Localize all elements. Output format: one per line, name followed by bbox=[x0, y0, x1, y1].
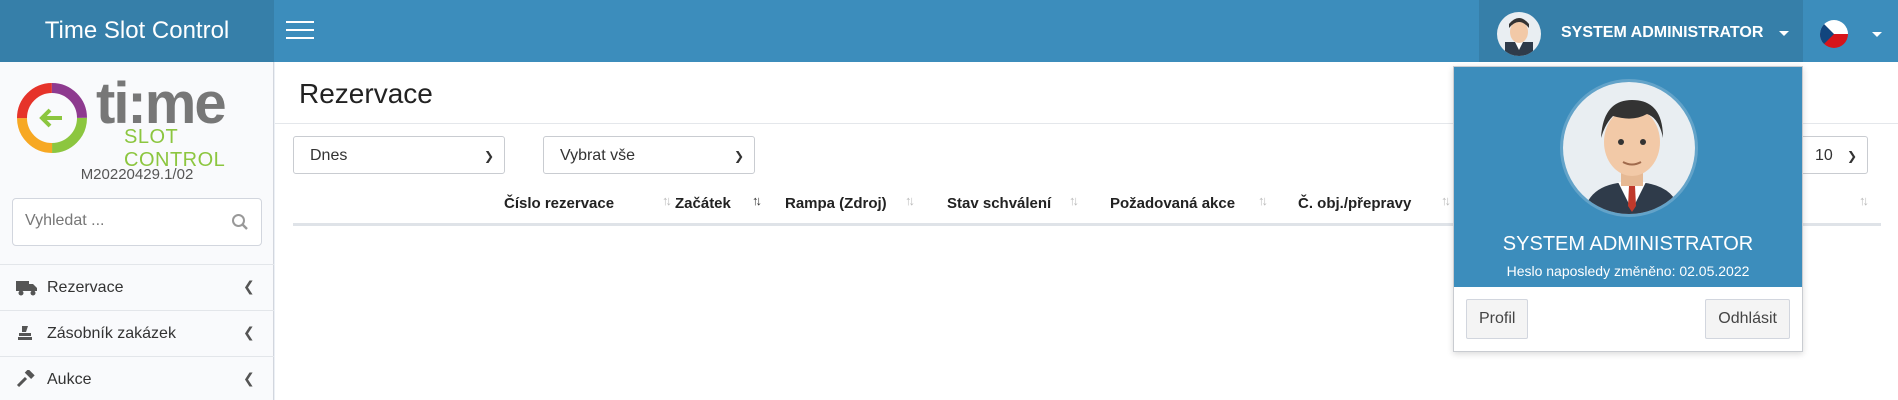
sort-icon[interactable]: ↑↓ bbox=[752, 193, 762, 208]
sidebar-item-label: Aukce bbox=[47, 371, 92, 388]
sort-icon[interactable]: ↑↓ bbox=[1859, 193, 1869, 208]
avatar bbox=[1560, 79, 1698, 217]
sidebar-item-rezervace[interactable]: Rezervace ❮ bbox=[0, 264, 274, 310]
caret-down-icon bbox=[1872, 32, 1882, 37]
sidebar-item-aukce[interactable]: Aukce ❮ bbox=[0, 356, 274, 400]
date-filter-select[interactable]: Dnes ❯ bbox=[293, 136, 505, 174]
stack-icon bbox=[16, 324, 36, 347]
sort-icon[interactable]: ↑↓ bbox=[1258, 193, 1268, 208]
app-brand[interactable]: Time Slot Control bbox=[0, 0, 274, 62]
company-logo: ti:me SLOT CONTROL bbox=[14, 71, 260, 171]
search-icon[interactable] bbox=[231, 213, 249, 236]
gavel-icon bbox=[16, 369, 36, 393]
column-header[interactable]: Č. obj./přepravy bbox=[1298, 195, 1411, 212]
sort-icon[interactable]: ↑↓ bbox=[662, 193, 672, 208]
column-header[interactable]: Požadovaná akce bbox=[1110, 195, 1235, 212]
logout-button[interactable]: Odhlásit bbox=[1705, 299, 1790, 339]
page-size-value: 10 bbox=[1815, 147, 1833, 164]
sidebar-search bbox=[12, 198, 262, 246]
column-header[interactable]: Rampa (Zdroj) bbox=[785, 195, 887, 212]
chevron-left-icon: ❮ bbox=[243, 278, 255, 294]
sort-icon[interactable]: ↑↓ bbox=[905, 193, 915, 208]
user-name: SYSTEM ADMINISTRATOR bbox=[1561, 24, 1764, 41]
column-header[interactable]: Začátek bbox=[675, 195, 731, 212]
truck-icon bbox=[16, 278, 38, 301]
sort-icon[interactable]: ↑↓ bbox=[1069, 193, 1079, 208]
sidebar-item-label: Zásobník zakázek bbox=[47, 325, 176, 342]
selection-filter-value: Vybrat vše bbox=[560, 147, 635, 164]
czech-flag-icon bbox=[1820, 20, 1848, 48]
chevron-left-icon: ❮ bbox=[243, 324, 255, 340]
date-filter-value: Dnes bbox=[310, 147, 348, 164]
user-dropdown-menu: SYSTEM ADMINISTRATOR Heslo naposledy změ… bbox=[1453, 66, 1803, 352]
top-navbar: Time Slot Control SYSTEM ADMINISTRATOR bbox=[0, 0, 1898, 66]
sidebar-item-zasobnik[interactable]: Zásobník zakázek ❮ bbox=[0, 310, 274, 356]
user-dropdown-header: SYSTEM ADMINISTRATOR Heslo naposledy změ… bbox=[1454, 67, 1802, 287]
sidebar: ti:me SLOT CONTROL M20220429.1/02 Rezerv… bbox=[0, 62, 274, 400]
caret-down-icon bbox=[1779, 31, 1789, 36]
password-changed-text: Heslo naposledy změněno: 02.05.2022 bbox=[1506, 263, 1750, 279]
selection-filter-select[interactable]: Vybrat vše ❯ bbox=[543, 136, 755, 174]
chevron-down-icon: ❯ bbox=[733, 149, 744, 163]
profile-button[interactable]: Profil bbox=[1466, 299, 1529, 339]
chevron-left-icon: ❮ bbox=[243, 370, 255, 386]
avatar bbox=[1497, 12, 1541, 56]
column-header[interactable]: Stav schválení bbox=[947, 195, 1051, 212]
app-version: M20220429.1/02 bbox=[80, 166, 194, 183]
user-menu-toggle[interactable]: SYSTEM ADMINISTRATOR bbox=[1479, 0, 1803, 66]
sidebar-item-label: Rezervace bbox=[47, 279, 124, 296]
search-input[interactable] bbox=[25, 212, 225, 230]
page-size-select[interactable]: 10 ❯ bbox=[1796, 136, 1868, 174]
chevron-down-icon: ❯ bbox=[1846, 149, 1857, 163]
chevron-down-icon: ❯ bbox=[483, 149, 494, 163]
sidebar-toggle-icon[interactable] bbox=[286, 21, 316, 41]
dropdown-user-name: SYSTEM ADMINISTRATOR bbox=[1502, 233, 1754, 255]
language-selector[interactable] bbox=[1820, 14, 1890, 54]
column-header[interactable]: Číslo rezervace bbox=[504, 195, 614, 212]
page-title: Rezervace bbox=[299, 78, 433, 109]
sort-icon[interactable]: ↑↓ bbox=[1441, 193, 1451, 208]
